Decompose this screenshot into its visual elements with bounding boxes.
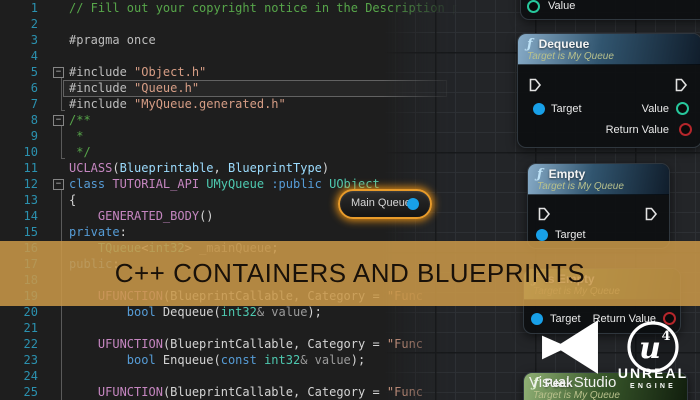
code-line: 10 */ <box>0 144 462 160</box>
line-number: 21 <box>23 321 38 335</box>
code-line: 7 #include "MyQueue.generated.h" <box>0 96 462 112</box>
line-number: 22 <box>23 337 38 351</box>
line-number: 24 <box>23 369 38 383</box>
line-number: 1 <box>30 1 38 15</box>
pin-label: Return Value <box>605 124 669 136</box>
pin-label: Target <box>551 103 582 115</box>
line-number: 7 <box>30 97 38 111</box>
code-line: 3 #pragma once <box>0 32 462 48</box>
fold-guide <box>61 126 62 158</box>
code-line: 5 #include "Object.h" <box>0 64 462 80</box>
line-number: 2 <box>30 17 38 31</box>
line-number: 5 <box>30 65 38 79</box>
fold-guide <box>61 78 62 110</box>
code-line: 8/** <box>0 112 462 128</box>
line-number: 11 <box>23 161 38 175</box>
unreal-label: UNREAL <box>617 365 689 381</box>
code-line: 24 <box>0 368 462 384</box>
code-line: 6 #include "Queue.h" <box>0 80 462 96</box>
line-number: 8 <box>30 113 38 127</box>
line-number: 9 <box>30 129 38 143</box>
line-number: 6 <box>30 81 38 95</box>
line-number: 10 <box>23 145 38 159</box>
fold-guide-foot <box>61 158 65 159</box>
code-line: 23 bool Enqueue(const int32& value); <box>0 352 462 368</box>
node-subtitle: Target is My Queue <box>527 51 614 62</box>
code-line: 4 <box>0 48 462 64</box>
line-number: 14 <box>23 209 38 223</box>
line-number: 13 <box>23 193 38 207</box>
output-pin[interactable] <box>407 198 419 210</box>
fold-guide-foot <box>61 110 65 111</box>
pin-label: Target <box>555 229 586 241</box>
line-number: 12 <box>23 177 38 191</box>
code-line: 11 UCLASS(Blueprintable, BlueprintType) <box>0 160 462 176</box>
line-number: 15 <box>23 225 38 239</box>
node-title: Empty <box>548 167 586 181</box>
code-line: 22 UFUNCTION(BlueprintCallable, Category… <box>0 336 462 352</box>
target-pin[interactable] <box>533 103 545 115</box>
visual-studio-label: Visual Studio <box>529 374 617 391</box>
page-title: C++ CONTAINERS AND BLUEPRINTS <box>114 258 586 288</box>
line-number: 23 <box>23 353 38 367</box>
line-number: 20 <box>23 305 38 319</box>
code-line: 21 <box>0 320 462 336</box>
exec-out-pin[interactable] <box>675 78 688 92</box>
line-number: 3 <box>30 33 38 47</box>
fold-collapse-marker[interactable]: − <box>53 115 64 126</box>
code-line: 9 * <box>0 128 462 144</box>
node-main-queue-variable[interactable]: Main Queue <box>338 189 432 219</box>
node-title: Dequeue <box>538 37 590 51</box>
function-icon: ƒ <box>537 166 543 182</box>
variable-label: Main Queue <box>351 197 411 209</box>
visual-studio-icon <box>542 320 598 374</box>
tutorial-thumbnail: 1// Fill out your copyright notice in th… <box>0 0 700 400</box>
node-empty[interactable]: ƒ Empty Target is My Queue Target <box>527 163 670 249</box>
node-subtitle: Target is My Queue <box>537 181 624 192</box>
fold-collapse-marker[interactable]: − <box>53 67 64 78</box>
bool-pin[interactable] <box>679 123 692 136</box>
node-header: ƒ Empty Target is My Queue <box>528 164 669 195</box>
node-header: ƒ Dequeue Target is My Queue <box>518 34 700 65</box>
int-pin[interactable] <box>527 0 540 13</box>
exec-in-pin[interactable] <box>538 207 551 221</box>
code-line: 15 private: <box>0 224 462 240</box>
node-partial-top[interactable]: Value <box>520 0 700 20</box>
exec-in-pin[interactable] <box>529 78 542 92</box>
exec-out-pin[interactable] <box>645 207 658 221</box>
engine-label: ENGINE <box>629 383 677 390</box>
line-number: 25 <box>23 385 38 399</box>
title-banner: C++ CONTAINERS AND BLUEPRINTS <box>0 241 700 306</box>
code-line: 25 UFUNCTION(BlueprintCallable, Category… <box>0 384 462 400</box>
pin-label: Value <box>641 103 669 115</box>
fold-collapse-marker[interactable]: − <box>53 179 64 190</box>
int-pin[interactable] <box>676 102 689 115</box>
svg-text:4: 4 <box>661 329 670 344</box>
svg-text:u: u <box>639 331 661 366</box>
code-line: 1// Fill out your copyright notice in th… <box>0 0 561 16</box>
code-line: 20 bool Dequeue(int32& value); <box>0 304 462 320</box>
pin-label: Value <box>548 0 576 12</box>
node-dequeue[interactable]: ƒ Dequeue Target is My Queue Target Valu… <box>517 33 700 148</box>
function-icon: ƒ <box>527 36 533 52</box>
target-pin[interactable] <box>536 229 548 241</box>
node-subtitle: Target is My Queue <box>533 390 620 400</box>
line-number: 4 <box>30 49 38 63</box>
code-line: 2 <box>0 16 462 32</box>
